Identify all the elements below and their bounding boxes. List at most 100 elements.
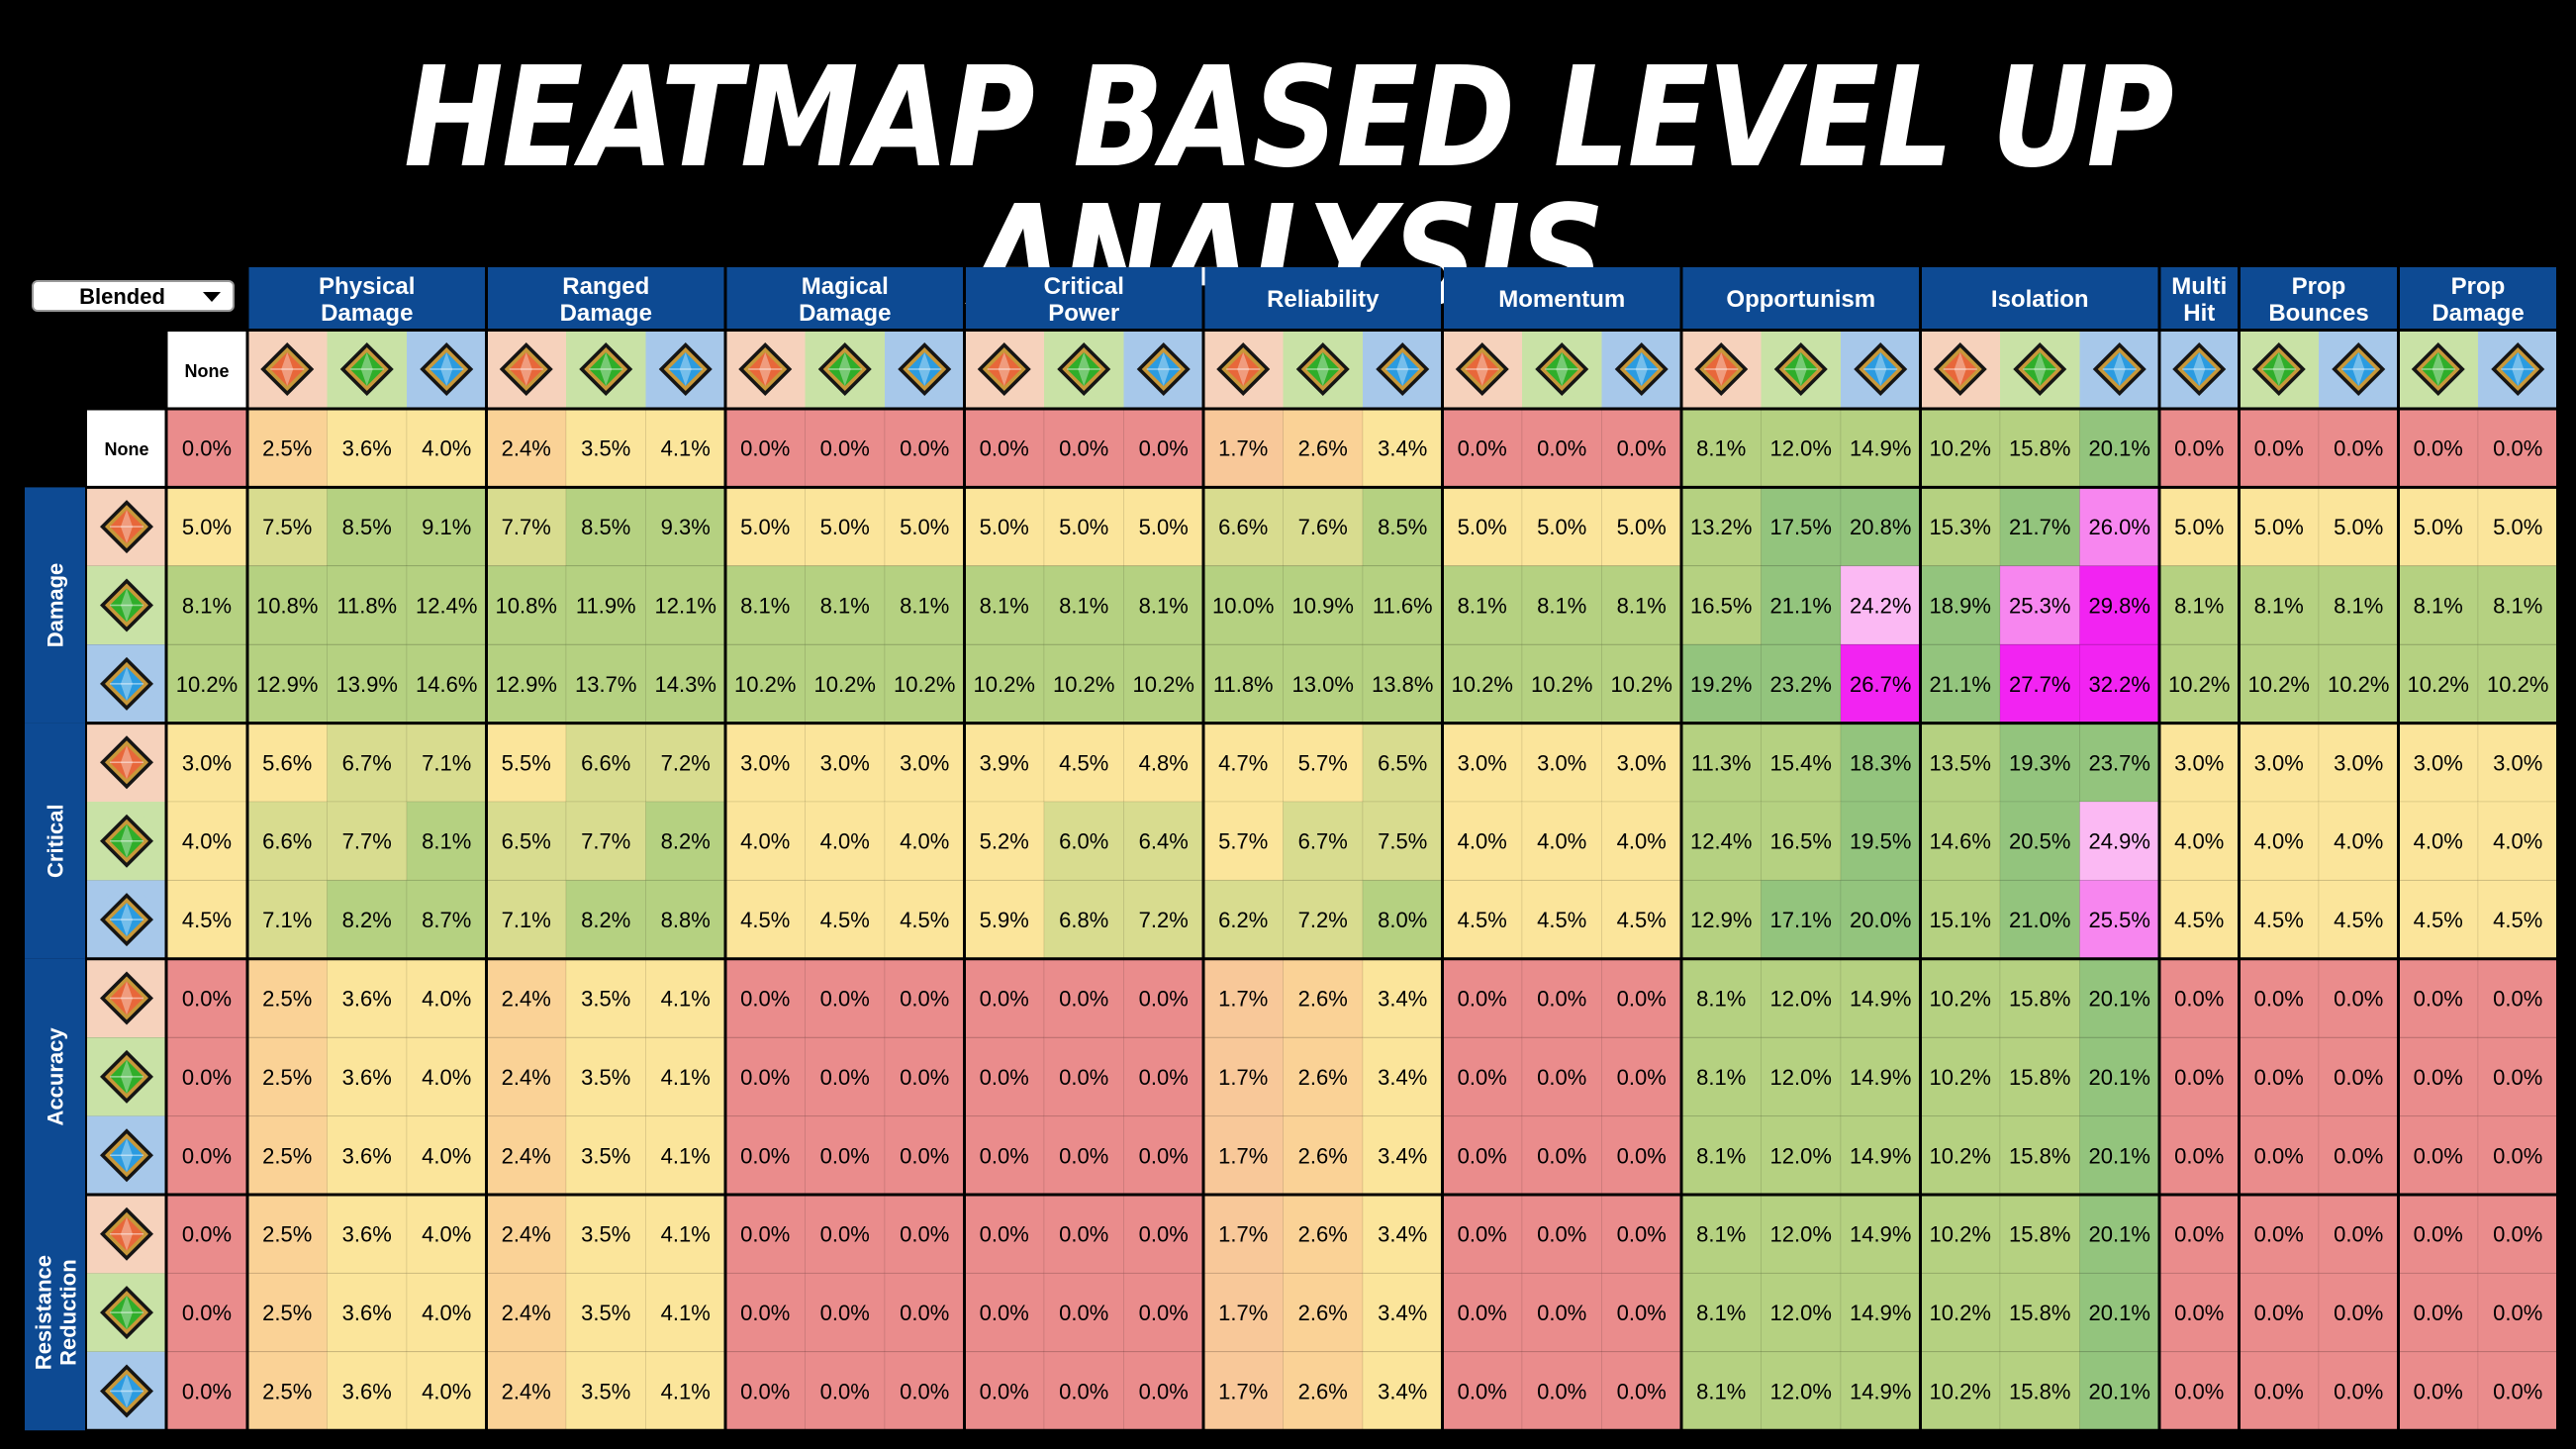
heatmap-cell-value: 21.0% — [2009, 908, 2070, 932]
heatmap-cell-value: 0.0% — [1537, 1065, 1586, 1090]
heatmap-cell-value: 0.0% — [1537, 1143, 1586, 1168]
heatmap-cell-value: 7.2% — [661, 750, 711, 775]
gem-orange-icon — [97, 1204, 156, 1264]
heatmap-cell-value: 19.5% — [1850, 829, 1911, 854]
heatmap-cell-value: 7.2% — [1298, 908, 1348, 932]
heatmap-cell-value: 4.5% — [1617, 908, 1667, 932]
gem-blue-icon — [655, 339, 716, 399]
gem-green-icon — [814, 339, 875, 399]
gem-orange-icon — [1691, 339, 1752, 399]
heatmap-cell-value: 18.3% — [1850, 750, 1911, 775]
heatmap-cell-value: 8.7% — [422, 908, 471, 932]
heatmap-cell-value: 0.0% — [1617, 436, 1667, 461]
heatmap-cell-value: 2.5% — [262, 1143, 312, 1168]
heatmap-cell-value: 2.4% — [502, 1143, 551, 1168]
heatmap-cell-value: 5.7% — [1298, 750, 1348, 775]
heatmap-cell-value: 10.2% — [2328, 672, 2389, 697]
heatmap-cell-value: 4.0% — [740, 829, 790, 854]
heatmap-cell-value: 0.0% — [1059, 987, 1108, 1012]
heatmap-cell-value: 15.8% — [2009, 1065, 2070, 1090]
heatmap-cell-value: 3.6% — [342, 1143, 392, 1168]
heatmap-cell-value: 10.9% — [1292, 594, 1354, 619]
heatmap-cell-value: 8.1% — [1696, 1065, 1746, 1090]
none-row-label: None — [105, 439, 149, 459]
gem-blue-icon — [895, 339, 955, 399]
heatmap-cell-value: 0.0% — [820, 1301, 870, 1325]
heatmap-cell-value: 10.2% — [1930, 1143, 1991, 1168]
heatmap-cell-value: 0.0% — [2493, 1065, 2542, 1090]
heatmap-cell-value: 0.0% — [2414, 1380, 2463, 1404]
heatmap-cell-value: 12.0% — [1770, 436, 1832, 461]
gem-green-icon — [576, 339, 636, 399]
heatmap-cell-value: 3.5% — [581, 1301, 630, 1325]
heatmap-cell-value: 3.0% — [2174, 750, 2224, 775]
heatmap-cell-value: 2.4% — [502, 1222, 551, 1247]
heatmap-cell-value: 27.7% — [2009, 672, 2070, 697]
heatmap-cell-value: 3.4% — [1378, 987, 1427, 1012]
heatmap-cell-value: 0.0% — [182, 1065, 232, 1090]
heatmap-cell-value: 3.6% — [342, 1380, 392, 1404]
heatmap-cell-value: 3.6% — [342, 1065, 392, 1090]
heatmap-cell-value: 2.6% — [1298, 1065, 1348, 1090]
heatmap-cell-value: 4.0% — [422, 1222, 471, 1247]
gem-green-icon — [97, 1283, 156, 1343]
heatmap-cell-value: 0.0% — [2334, 1301, 2383, 1325]
heatmap-cell-value: 14.9% — [1850, 1222, 1911, 1247]
gem-blue-icon — [1373, 339, 1433, 399]
heatmap-cell-value: 3.4% — [1378, 1380, 1427, 1404]
heatmap-cell-value: 1.7% — [1218, 1301, 1268, 1325]
gem-green-icon — [1770, 339, 1831, 399]
heatmap-cell-value: 16.5% — [1770, 829, 1832, 854]
heatmap-cell-value: 4.1% — [661, 1143, 711, 1168]
gem-green-icon — [2248, 339, 2309, 399]
gem-blue-icon — [97, 653, 156, 714]
heatmap-cell-value: 20.8% — [1850, 515, 1911, 539]
heatmap-cell-value: 8.1% — [1696, 987, 1746, 1012]
heatmap-cell-value: 3.0% — [820, 750, 870, 775]
heatmap-cell-value: 13.5% — [1930, 750, 1991, 775]
heatmap-cell-value: 8.1% — [1458, 594, 1507, 619]
heatmap-cell-value: 0.0% — [182, 987, 232, 1012]
heatmap-cell-value: 8.5% — [1378, 515, 1427, 539]
gem-blue-icon — [1851, 339, 1911, 399]
heatmap-cell-value: 4.5% — [900, 908, 949, 932]
heatmap-cell-value: 4.1% — [661, 1380, 711, 1404]
heatmap-cell-value: 2.5% — [262, 436, 312, 461]
heatmap-cell-value: 0.0% — [182, 1380, 232, 1404]
heatmap-cell-value: 4.5% — [1458, 908, 1507, 932]
heatmap-cell-value: 3.6% — [342, 1301, 392, 1325]
heatmap-cell-value: 7.7% — [502, 515, 551, 539]
heatmap-cell-value: 0.0% — [820, 1143, 870, 1168]
heatmap-cell-value: 14.6% — [416, 672, 477, 697]
heatmap-cell-value: 3.0% — [182, 750, 232, 775]
heatmap-cell-value: 0.0% — [2414, 1143, 2463, 1168]
heatmap-cell-value: 0.0% — [2174, 1143, 2224, 1168]
heatmap-cell-value: 4.5% — [2493, 908, 2542, 932]
gem-blue-icon — [417, 339, 477, 399]
heatmap-cell-value: 10.2% — [1930, 436, 1991, 461]
heatmap-cell-value: 0.0% — [182, 1222, 232, 1247]
heatmap-cell-value: 0.0% — [980, 1065, 1029, 1090]
row-group-label: Damage — [44, 563, 68, 648]
heatmap-cell-value: 3.4% — [1378, 1065, 1427, 1090]
heatmap-cell-value: 5.0% — [900, 515, 949, 539]
heatmap-cell-value: 1.7% — [1218, 1222, 1268, 1247]
heatmap-cell-value: 12.0% — [1770, 1301, 1832, 1325]
heatmap-cell-value: 0.0% — [1537, 1380, 1586, 1404]
heatmap-cell-value: 10.2% — [1930, 1222, 1991, 1247]
heatmap-cell-value: 8.1% — [1696, 1380, 1746, 1404]
heatmap-cell-value: 3.0% — [2334, 750, 2383, 775]
heatmap-cell-value: 8.2% — [661, 829, 711, 854]
heatmap-cell-value: 0.0% — [820, 1222, 870, 1247]
heatmap-cell-value: 10.2% — [1930, 987, 1991, 1012]
heatmap-cell-value: 0.0% — [2493, 1380, 2542, 1404]
heatmap-cell-value: 0.0% — [1458, 1065, 1507, 1090]
heatmap-cell-value: 20.5% — [2009, 829, 2070, 854]
heatmap-cell-value: 4.5% — [2254, 908, 2304, 932]
heatmap-cell-value: 4.0% — [1537, 829, 1586, 854]
heatmap-cell-value: 15.1% — [1930, 908, 1991, 932]
heatmap-cell-value: 11.8% — [1213, 672, 1274, 697]
heatmap-cell-value: 0.0% — [2414, 436, 2463, 461]
heatmap-cell-value: 14.9% — [1850, 1380, 1911, 1404]
gem-orange-icon — [974, 339, 1034, 399]
